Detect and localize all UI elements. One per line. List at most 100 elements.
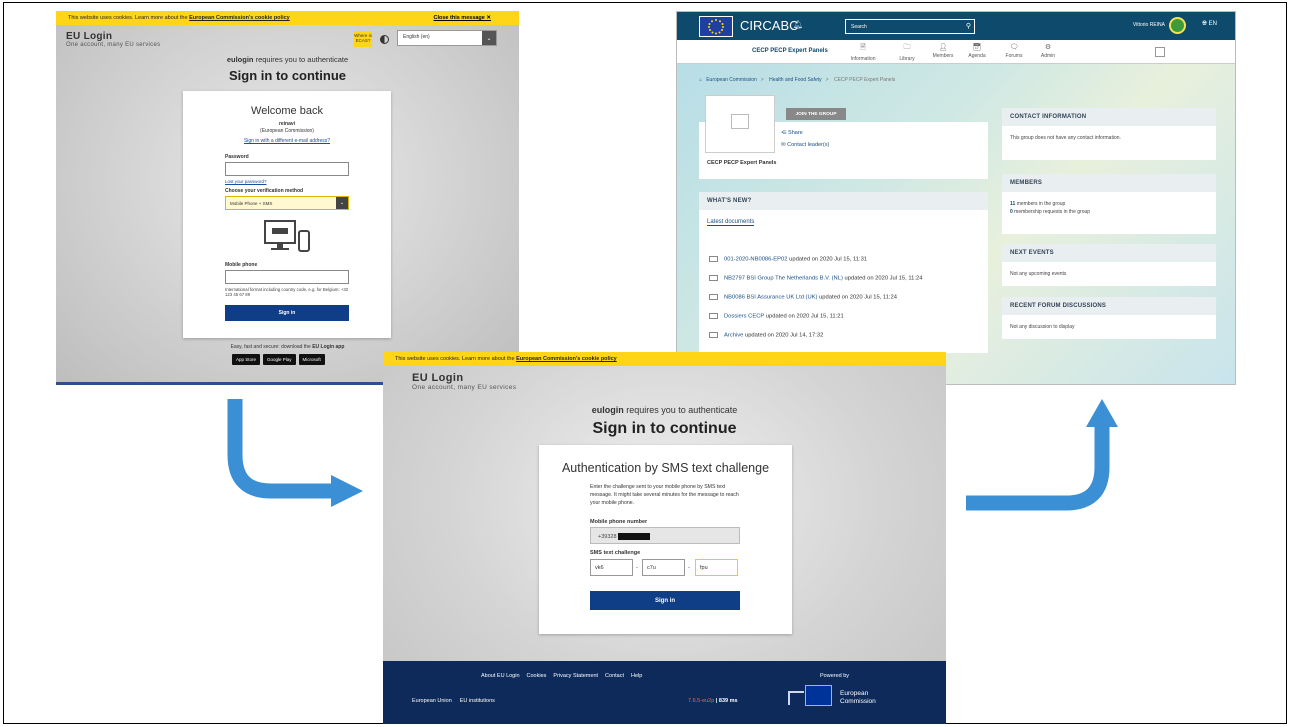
password-input[interactable] — [225, 162, 349, 176]
document-link[interactable]: Archive — [724, 333, 743, 339]
nav-information[interactable]: 🗎︎ Information — [847, 43, 879, 62]
challenge-label: SMS text challenge — [590, 550, 641, 556]
store-badges: App Store Google Play Microsoft — [232, 354, 325, 365]
breadcrumb-item[interactable]: Health and Food Safety — [769, 77, 822, 83]
cookie-close-button[interactable]: Close this message ✕ — [434, 11, 492, 25]
share-icon: ⋲ — [781, 130, 787, 136]
members-count-line[interactable]: 11 members in the group — [1010, 200, 1208, 208]
brand-subtitle: One account, many EU services — [66, 42, 161, 48]
document-link[interactable]: NB2797 BSI Group The Netherlands B.V. (N… — [724, 276, 843, 282]
eu-login-brand: EU Login One account, many EU services — [412, 372, 516, 391]
footer-link-about[interactable]: About EU Login — [481, 673, 520, 679]
eu-flag-logo — [699, 16, 733, 37]
forum-icon: 🗨︎ — [1009, 44, 1019, 51]
microsoft-store-badge[interactable]: Microsoft — [298, 354, 325, 365]
footer-link-help[interactable]: Help — [631, 673, 642, 679]
arrow-step2-to-step3-icon — [966, 399, 1118, 511]
redaction-bar — [617, 533, 650, 540]
cookie-policy-link[interactable]: European Commission's cookie policy — [516, 356, 617, 362]
group-caption: CECP PECP Expert Panels — [707, 160, 777, 166]
sms-challenge-input-3[interactable]: fpu — [695, 559, 738, 576]
footer-link-privacy[interactable]: Privacy Statement — [553, 673, 598, 679]
document-link[interactable]: NB0086 BSI Assurance UK Ltd (UK) — [724, 295, 817, 301]
folder-icon — [709, 275, 718, 281]
document-link[interactable]: 001-2020-NB0086-EP02 — [724, 257, 788, 263]
google-play-badge[interactable]: Google Play — [263, 354, 296, 365]
sms-challenge-input-2[interactable]: c7u — [642, 559, 685, 576]
next-events-text: Not any upcoming events — [1010, 271, 1067, 277]
phone-field: +39328 — [590, 527, 740, 544]
footer-link-contact[interactable]: Contact — [605, 673, 624, 679]
nav-forums[interactable]: 🗨︎ Forums — [998, 43, 1030, 59]
list-item: NB2797 BSI Group The Netherlands B.V. (N… — [709, 275, 922, 282]
folder-icon — [709, 294, 718, 300]
breadcrumb-item[interactable]: European Commission — [706, 77, 757, 83]
sign-in-button[interactable]: Sign in — [225, 305, 349, 321]
eu-stars-icon — [708, 19, 724, 35]
group-image-placeholder — [705, 95, 775, 153]
help-icon[interactable] — [1155, 47, 1165, 57]
contact-leaders-link[interactable]: ✉︎ Contact leader(s) — [781, 142, 829, 148]
nav-admin[interactable]: ⚙︎ Admin — [1032, 43, 1064, 59]
verification-method-select[interactable]: Mobile Phone + SMS ⌄ — [225, 196, 349, 210]
sign-in-title: Sign in to continue — [592, 420, 737, 437]
footer-link-institutions[interactable]: EU institutions — [460, 698, 495, 704]
sign-in-button[interactable]: Sign in — [590, 591, 740, 610]
cookie-policy-link[interactable]: European Commission's cookie policy — [189, 15, 290, 21]
group-navbar: CECP PECP Expert Panels 🗎︎ Information 🗀︎… — [677, 40, 1235, 64]
bell-icon[interactable]: 🔔︎ — [793, 20, 803, 29]
footer-link-eu[interactable]: European Union — [412, 698, 452, 704]
cookie-text: This website uses cookies. Learn more ab… — [68, 15, 188, 21]
different-email-link[interactable]: Sign in with a different e-mail address? — [183, 138, 391, 144]
ecas-badge[interactable]: Where is ECAS? — [354, 31, 372, 47]
sms-description: Enter the challenge sent to your mobile … — [590, 484, 739, 507]
requests-count-line[interactable]: 0 membership requests in the group — [1010, 208, 1208, 216]
home-icon[interactable]: ⌂ — [699, 77, 702, 83]
user-name[interactable]: Vittorio REINA — [1133, 22, 1165, 28]
nav-members[interactable]: 👤︎ Members — [927, 43, 959, 59]
language-select[interactable]: English (en) ⌄ — [397, 30, 497, 46]
phone-label: Mobile phone number — [590, 519, 648, 525]
powered-by: Powered by — [820, 673, 850, 679]
forum-heading: RECENT FORUM DISCUSSIONS — [1002, 297, 1216, 315]
nav-agenda[interactable]: 📅︎ Agenda — [961, 43, 993, 59]
breadcrumb-current: CECP PECP Expert Panels — [833, 77, 896, 83]
sign-in-title: Sign in to continue — [229, 68, 346, 83]
members-box: MEMBERS 11 members in the group 0 member… — [1002, 174, 1216, 234]
contrast-icon[interactable] — [380, 35, 389, 44]
search-icon[interactable]: ⚲ — [966, 22, 971, 30]
join-group-button[interactable]: JOIN THE GROUP — [786, 108, 846, 120]
welcome-heading: Welcome back — [251, 105, 323, 117]
folder-icon — [709, 313, 718, 319]
sms-challenge-input-1[interactable]: vk6 — [590, 559, 633, 576]
members-heading: MEMBERS — [1002, 174, 1216, 192]
search-input[interactable]: Search ⚲ — [845, 19, 975, 34]
contact-info-box: CONTACT INFORMATION This group does not … — [1002, 108, 1216, 160]
share-link[interactable]: ⋲ Share — [781, 130, 803, 136]
group-header-box: JOIN THE GROUP ⋲ Share ✉︎ Contact leader… — [699, 95, 988, 179]
gear-icon: ⚙︎ — [1044, 44, 1052, 51]
mobile-phone-input[interactable] — [225, 270, 349, 284]
footer-link-cookies[interactable]: Cookies — [527, 673, 547, 679]
verification-method-label: Choose your verification method — [225, 188, 304, 194]
lost-password-link[interactable]: Lost your password? — [225, 179, 267, 184]
document-link[interactable]: Dossiers CECP — [724, 314, 764, 320]
nav-library[interactable]: 🗀︎ Library — [891, 43, 923, 62]
eu-flag-icon — [805, 685, 832, 706]
contact-info-heading: CONTACT INFORMATION — [1002, 108, 1216, 126]
latest-documents-tab[interactable]: Latest documents — [707, 219, 755, 226]
chevron-down-icon: ⌄ — [336, 197, 348, 209]
app-store-badge[interactable]: App Store — [232, 354, 261, 365]
footer-left-links: European Union EU institutions — [412, 698, 495, 704]
eu-login-brand: EU Login One account, many EU services — [66, 31, 160, 48]
list-item: NB0086 BSI Assurance UK Ltd (UK) updated… — [709, 294, 897, 301]
mobile-phone-label: Mobile phone — [225, 262, 258, 268]
circabc-logo[interactable]: CIRCABC — [740, 18, 799, 33]
european-commission-logo: European Commission — [788, 683, 878, 713]
language-switcher[interactable]: 🌐︎ EN — [1202, 21, 1217, 28]
group-title[interactable]: CECP PECP Expert Panels — [752, 48, 828, 54]
folder-icon — [709, 256, 718, 262]
version-info: 7.6.5-eu2p | 839 ms — [688, 698, 738, 704]
whats-new-box: WHAT'S NEW? Latest documents 001-2020-NB… — [699, 192, 988, 353]
avatar[interactable] — [1169, 17, 1186, 34]
